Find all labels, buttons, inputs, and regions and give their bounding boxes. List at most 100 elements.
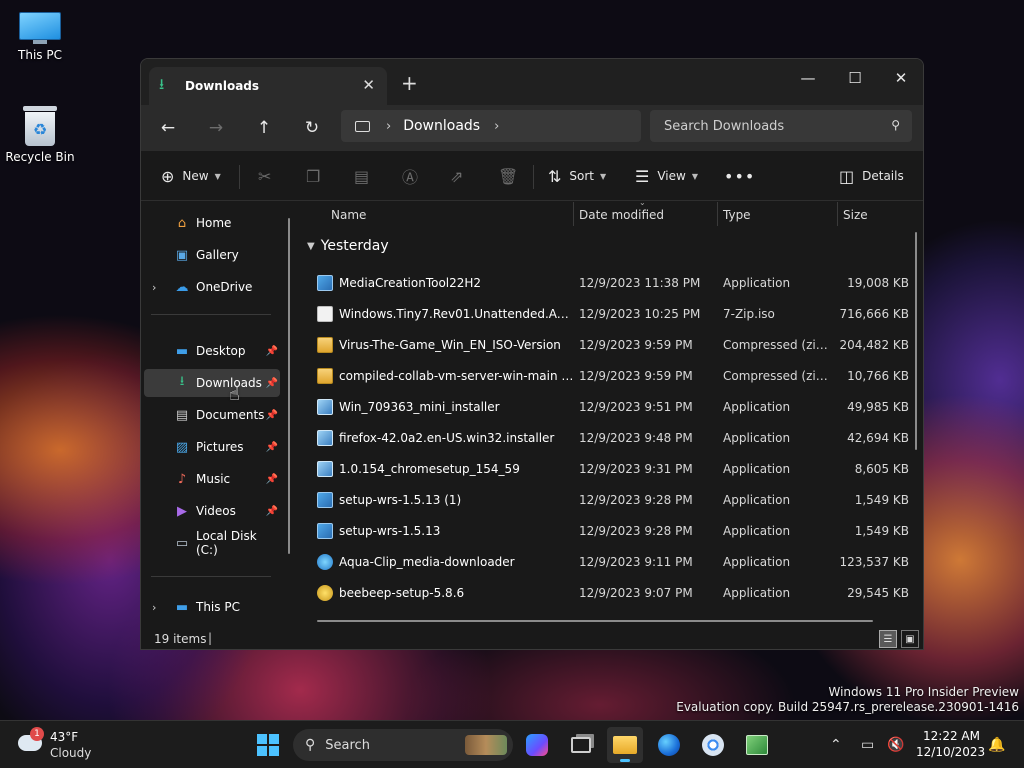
notification-button[interactable]: 🔔 [988,721,1005,768]
search-box[interactable]: ⚲ [650,110,912,142]
volume-icon[interactable]: 🔇 [887,721,904,768]
up-button[interactable]: ↑ [249,115,279,141]
weather-temperature: 43°F [50,730,79,744]
column-divider[interactable] [573,202,574,226]
view-button[interactable]: ☰ View ▼ [635,164,698,188]
share-button[interactable]: ⇗ [450,164,471,188]
this-pc-icon [355,120,370,132]
desktop-icon-recycle-bin[interactable]: ♻ Recycle Bin [0,106,80,164]
file-date: 12/9/2023 9:51 PM [579,400,693,414]
minimize-button[interactable]: — [785,63,831,93]
rename-button[interactable]: Ⓐ [402,164,426,188]
taskbar-chrome[interactable] [695,727,731,763]
table-row[interactable]: 1.0.154_chromesetup_154_59 12/9/2023 9:3… [311,454,911,484]
chevron-right-icon[interactable]: › [152,601,156,614]
copy-button[interactable]: ❐ [306,164,328,188]
sidebar-item-onedrive[interactable]: › ☁ OneDrive [144,273,280,301]
refresh-button[interactable]: ↻ [297,115,327,141]
network-icon[interactable]: ▭ [861,721,874,768]
sidebar-item-home[interactable]: ⌂ Home [144,209,280,237]
table-row[interactable]: beebeep-setup-5.8.6 12/9/2023 9:07 PM Ap… [311,578,911,608]
taskbar-file-explorer[interactable] [607,727,643,763]
search-icon: ⚲ [305,737,316,753]
table-row[interactable]: firefox-42.0a2.en-US.win32.installer 12/… [311,423,911,453]
taskbar-task-view[interactable] [563,727,599,763]
vertical-scrollbar[interactable] [915,232,917,450]
file-date: 12/9/2023 9:31 PM [579,462,693,476]
column-header-name[interactable]: Name [331,208,366,222]
forward-button[interactable]: → [201,115,231,141]
table-row[interactable]: Aqua-Clip_media-downloader 12/9/2023 9:1… [311,547,911,577]
sidebar-item-local-disk[interactable]: ▭ Local Disk (C:) [144,529,280,557]
taskbar: 1 43°F Cloudy ⚲ Search ⌃ ▭ 🔇 12:22 AM 12… [0,720,1024,768]
beebeep-icon [317,585,333,601]
details-view-button[interactable]: ☰ [879,630,897,648]
sidebar-item-desktop[interactable]: ▬ Desktop 📌 [144,337,280,365]
sidebar-item-music[interactable]: ♪ Music 📌 [144,465,280,493]
horizontal-scrollbar[interactable] [317,620,873,622]
home-icon: ⌂ [177,215,187,231]
delete-button[interactable]: 🗑 [498,164,526,188]
table-row[interactable]: setup-wrs-1.5.13 (1) 12/9/2023 9:28 PM A… [311,485,911,515]
file-date: 12/9/2023 9:28 PM [579,493,693,507]
table-row[interactable]: Windows.Tiny7.Rev01.Unattended.Activa...… [311,299,911,329]
column-divider[interactable] [837,202,838,226]
taskbar-search[interactable]: ⚲ Search [293,729,513,761]
file-explorer-window: ⭳ Downloads ✕ + — ☐ ✕ ← → ↑ ↻ › Download… [140,58,924,650]
column-header-size[interactable]: Size [843,208,868,222]
file-size: 42,694 KB [847,431,909,445]
table-row[interactable]: Virus-The-Game_Win_EN_ISO-Version 12/9/2… [311,330,911,360]
start-button[interactable] [250,727,286,763]
column-header-type[interactable]: Type [723,208,751,222]
new-tab-button[interactable]: + [401,71,418,95]
close-window-button[interactable]: ✕ [878,63,923,93]
file-name: beebeep-setup-5.8.6 [339,586,465,600]
desktop-icon-this-pc[interactable]: This PC [0,12,80,62]
cut-button[interactable]: ✂ [258,164,279,188]
sidebar-item-downloads[interactable]: ⭳ Downloads 📌 [144,369,280,397]
taskbar-edge[interactable] [651,727,687,763]
column-divider[interactable] [717,202,718,226]
task-view-icon [571,737,591,753]
chevron-up-icon: ⌃ [830,737,842,753]
more-options-button[interactable]: ••• [724,164,755,188]
tiles-view-button[interactable]: ▣ [901,630,919,648]
weather-widget[interactable]: 1 43°F Cloudy [18,727,108,765]
sidebar-item-documents[interactable]: ▤ Documents 📌 [144,401,280,429]
search-input[interactable] [650,110,870,142]
new-button[interactable]: ⊕ New ▼ [161,164,221,188]
sidebar-scrollbar[interactable] [288,218,290,554]
breadcrumb-downloads[interactable]: Downloads [403,118,480,134]
desktop-icon-label: Recycle Bin [5,150,75,164]
table-row[interactable]: Win_709363_mini_installer 12/9/2023 9:51… [311,392,911,422]
sidebar-item-this-pc[interactable]: › ▬ This PC [144,593,280,621]
chevron-right-icon[interactable]: › [494,119,499,134]
back-button[interactable]: ← [153,115,183,141]
system-clock[interactable]: 12:22 AM 12/10/2023 [916,728,985,760]
table-row[interactable]: setup-wrs-1.5.13 12/9/2023 9:28 PM Appli… [311,516,911,546]
paste-button[interactable]: ▤ [354,164,377,188]
taskbar-copilot[interactable] [519,727,555,763]
file-date: 12/9/2023 9:07 PM [579,586,693,600]
close-tab-icon[interactable]: ✕ [362,76,375,94]
sidebar-item-pictures[interactable]: ▨ Pictures 📌 [144,433,280,461]
maximize-button[interactable]: ☐ [832,63,878,93]
details-button[interactable]: ◫ Details [839,164,904,188]
show-hidden-icons-button[interactable]: ⌃ [830,721,842,768]
group-header-yesterday[interactable]: ▼ Yesterday [307,238,389,254]
chevron-right-icon[interactable]: › [386,119,391,134]
table-row[interactable]: MediaCreationTool22H2 12/9/2023 11:38 PM… [311,268,911,298]
tab-downloads[interactable]: ⭳ Downloads ✕ [149,67,387,105]
pin-icon: 📌 [265,441,278,453]
sort-icon: ⇅ [548,166,562,186]
column-header-date[interactable]: Date modified [579,208,664,222]
sort-button[interactable]: ⇅ Sort ▼ [548,164,606,188]
chevron-right-icon[interactable]: › [152,281,156,294]
sidebar-item-videos[interactable]: ▶ Videos 📌 [144,497,280,525]
taskbar-app[interactable] [739,727,775,763]
column-header-row: Name Date modified ⌄ Type Size [299,198,923,228]
address-bar[interactable]: › Downloads › [341,110,641,142]
recycle-bin-icon: ♻ [23,106,57,146]
sidebar-item-gallery[interactable]: ▣ Gallery [144,241,280,269]
table-row[interactable]: compiled-collab-vm-server-win-main (1) 1… [311,361,911,391]
